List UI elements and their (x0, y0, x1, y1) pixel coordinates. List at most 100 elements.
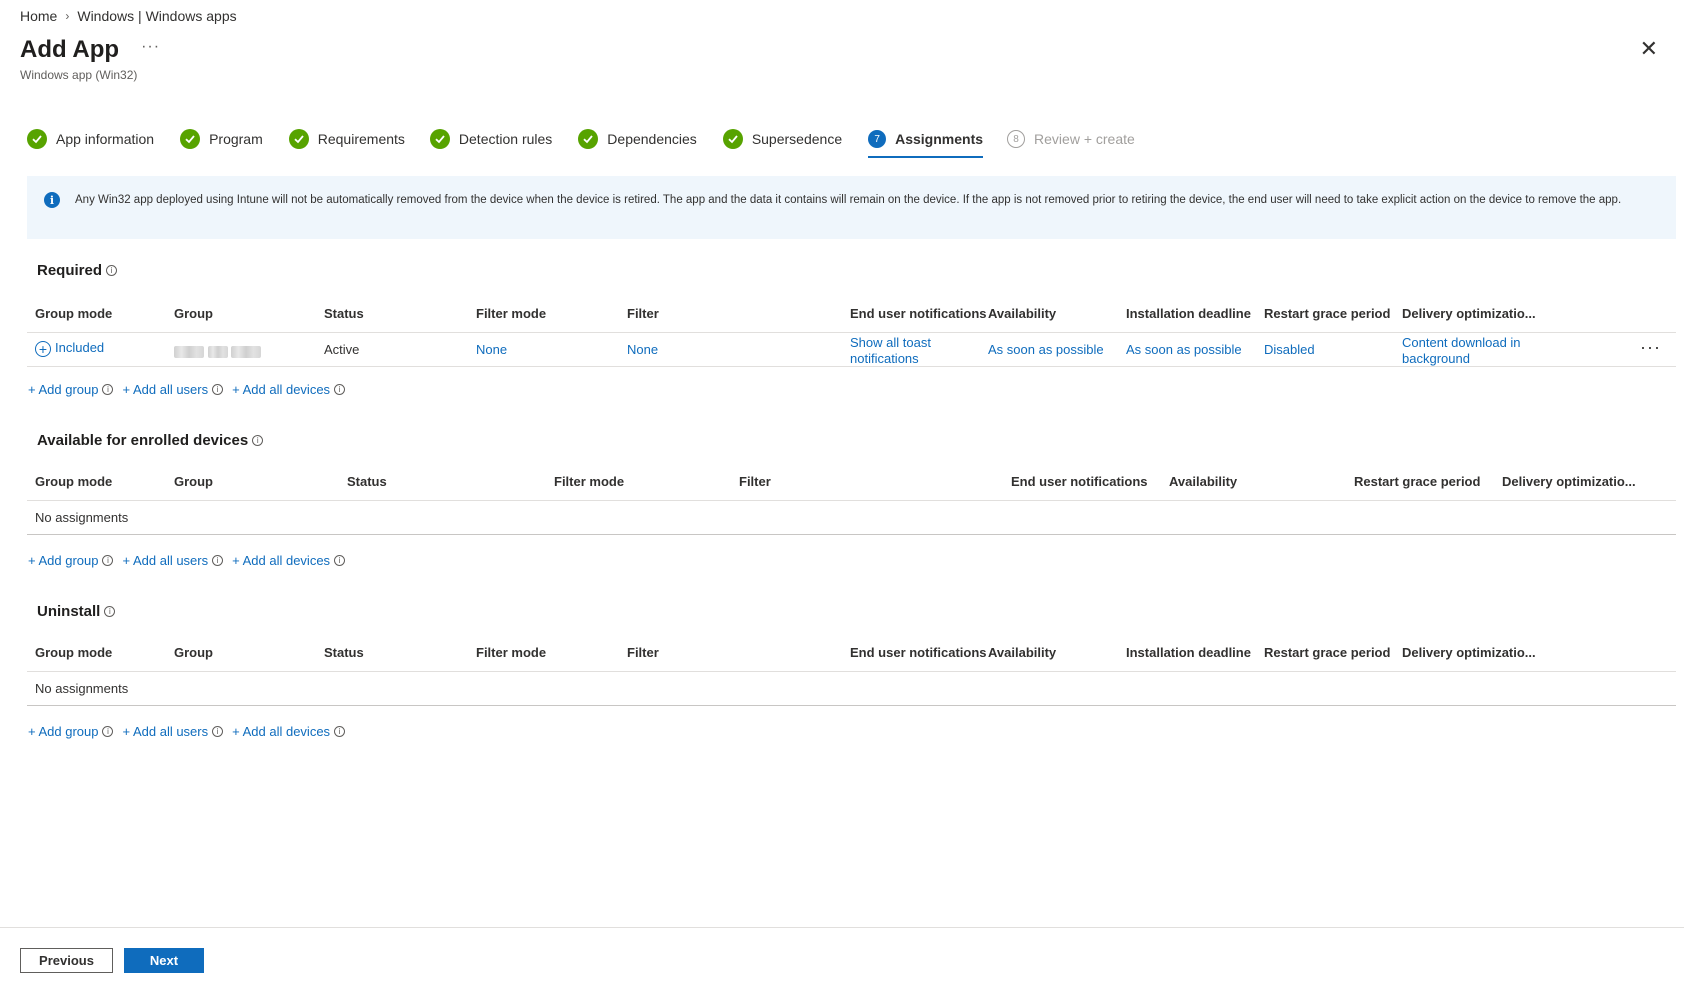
breadcrumb-windows-apps[interactable]: Windows | Windows apps (77, 8, 236, 24)
info-icon[interactable]: i (102, 555, 114, 566)
empty-row: No assignments (27, 501, 1676, 535)
no-assignments-text: No assignments (35, 681, 129, 696)
info-icon[interactable]: i (212, 555, 224, 566)
column-header[interactable]: Availability (1169, 474, 1237, 489)
column-header[interactable]: Group (174, 306, 213, 321)
checkmark-icon (578, 129, 599, 149)
step-review-create[interactable]: 8 Review + create (1007, 127, 1135, 151)
row-more-icon[interactable]: ··· (1640, 337, 1661, 358)
column-header[interactable]: Filter (627, 645, 659, 660)
step-app-information[interactable]: App information (27, 127, 154, 151)
delivery-optimization-link[interactable]: Content download in background (1402, 335, 1527, 367)
column-header[interactable]: Group mode (35, 645, 112, 660)
step-label: Requirements (317, 131, 405, 147)
add-all-users-link[interactable]: + Add all users (122, 382, 208, 397)
column-header[interactable]: Filter mode (554, 474, 624, 489)
table-header: Group mode Group Status Filter mode Filt… (27, 464, 1676, 501)
column-header[interactable]: Restart grace period (1354, 474, 1480, 489)
step-label: Detection rules (458, 131, 553, 147)
info-icon[interactable]: i (334, 555, 346, 566)
add-all-users-link[interactable]: + Add all users (122, 553, 208, 568)
section-title-text: Uninstall (37, 603, 101, 620)
info-banner-text: Any Win32 app deployed using Intune will… (75, 194, 1622, 206)
step-detection-rules[interactable]: Detection rules (429, 127, 553, 151)
column-header[interactable]: Restart grace period (1264, 645, 1390, 660)
group-mode-label: Included (55, 340, 105, 355)
add-group-link[interactable]: + Add group (28, 382, 98, 397)
table-header: Group mode Group Status Filter mode Filt… (27, 296, 1676, 333)
add-all-devices-link[interactable]: + Add all devices (232, 724, 330, 739)
column-header[interactable]: Filter (627, 306, 659, 321)
more-options-icon[interactable]: ··· (141, 38, 160, 56)
filter-link[interactable]: None (627, 342, 658, 357)
step-assignments[interactable]: 7 Assignments (868, 127, 984, 158)
column-header[interactable]: Installation deadline (1126, 645, 1251, 660)
wizard-steps: App information Program Requirements Det… (27, 127, 1135, 158)
chevron-right-icon: › (65, 9, 70, 23)
column-header[interactable]: End user notifications (850, 306, 987, 321)
column-header[interactable]: Availability (988, 645, 1056, 660)
page-title: Add App (20, 36, 120, 63)
info-banner: i Any Win32 app deployed using Intune wi… (27, 176, 1676, 239)
info-icon[interactable]: i (102, 726, 114, 737)
column-header[interactable]: Status (324, 645, 364, 660)
column-header[interactable]: Group mode (35, 474, 112, 489)
table-row[interactable]: + Included Active None None Show all toas… (27, 333, 1676, 367)
step-program[interactable]: Program (180, 127, 263, 151)
info-icon[interactable]: i (212, 726, 224, 737)
column-header[interactable]: End user notifications (1011, 474, 1148, 489)
section-title-text: Required (37, 262, 103, 279)
column-header[interactable]: End user notifications (850, 645, 987, 660)
next-button[interactable]: Next (124, 948, 204, 973)
column-header[interactable]: Delivery optimizatio... (1502, 474, 1636, 489)
add-all-devices-link[interactable]: + Add all devices (232, 382, 330, 397)
add-all-users-link[interactable]: + Add all users (122, 724, 208, 739)
column-header[interactable]: Filter mode (476, 306, 546, 321)
column-header[interactable]: Group mode (35, 306, 112, 321)
step-dependencies[interactable]: Dependencies (578, 127, 697, 151)
add-all-devices-link[interactable]: + Add all devices (232, 553, 330, 568)
step-label: Supersedence (751, 131, 843, 147)
column-header[interactable]: Filter (739, 474, 771, 489)
notifications-link[interactable]: Show all toast notifications (850, 335, 955, 367)
column-header[interactable]: Restart grace period (1264, 306, 1390, 321)
checkmark-icon (288, 129, 309, 149)
info-icon[interactable]: i (102, 384, 114, 395)
group-mode-included[interactable]: + Included (35, 340, 104, 357)
group-name-redacted (174, 343, 262, 358)
previous-button[interactable]: Previous (20, 948, 113, 973)
add-group-link[interactable]: + Add group (28, 724, 98, 739)
info-icon[interactable]: i (212, 384, 224, 395)
restart-link[interactable]: Disabled (1264, 342, 1315, 357)
info-icon[interactable]: i (334, 384, 346, 395)
column-header[interactable]: Availability (988, 306, 1056, 321)
info-icon[interactable]: i (334, 726, 346, 737)
info-icon[interactable]: i (104, 606, 116, 617)
step-label: Dependencies (607, 131, 697, 147)
section-title-text: Available for enrolled devices (37, 432, 249, 449)
column-header[interactable]: Filter mode (476, 645, 546, 660)
deadline-link[interactable]: As soon as possible (1126, 342, 1242, 357)
column-header[interactable]: Status (347, 474, 387, 489)
info-icon[interactable]: i (252, 435, 264, 446)
breadcrumb-home[interactable]: Home (20, 8, 57, 24)
filter-mode-link[interactable]: None (476, 342, 507, 357)
no-assignments-text: No assignments (35, 510, 129, 525)
column-header[interactable]: Status (324, 306, 364, 321)
column-header[interactable]: Delivery optimizatio... (1402, 645, 1536, 660)
column-header[interactable]: Delivery optimizatio... (1402, 306, 1536, 321)
step-supersedence[interactable]: Supersedence (722, 127, 843, 151)
availability-link[interactable]: As soon as possible (988, 342, 1104, 357)
close-icon[interactable]: ✕ (1640, 38, 1658, 60)
step-label: Review + create (1034, 131, 1135, 147)
info-icon[interactable]: i (106, 265, 118, 276)
step-label: Assignments (895, 131, 984, 147)
column-header[interactable]: Group (174, 474, 213, 489)
checkmark-icon (180, 129, 201, 149)
column-header[interactable]: Group (174, 645, 213, 660)
add-group-link[interactable]: + Add group (28, 553, 98, 568)
available-add-links: + Add group i + Add all users i + Add all … (28, 553, 350, 568)
breadcrumb: Home › Windows | Windows apps (20, 8, 237, 24)
step-requirements[interactable]: Requirements (288, 127, 405, 151)
column-header[interactable]: Installation deadline (1126, 306, 1251, 321)
